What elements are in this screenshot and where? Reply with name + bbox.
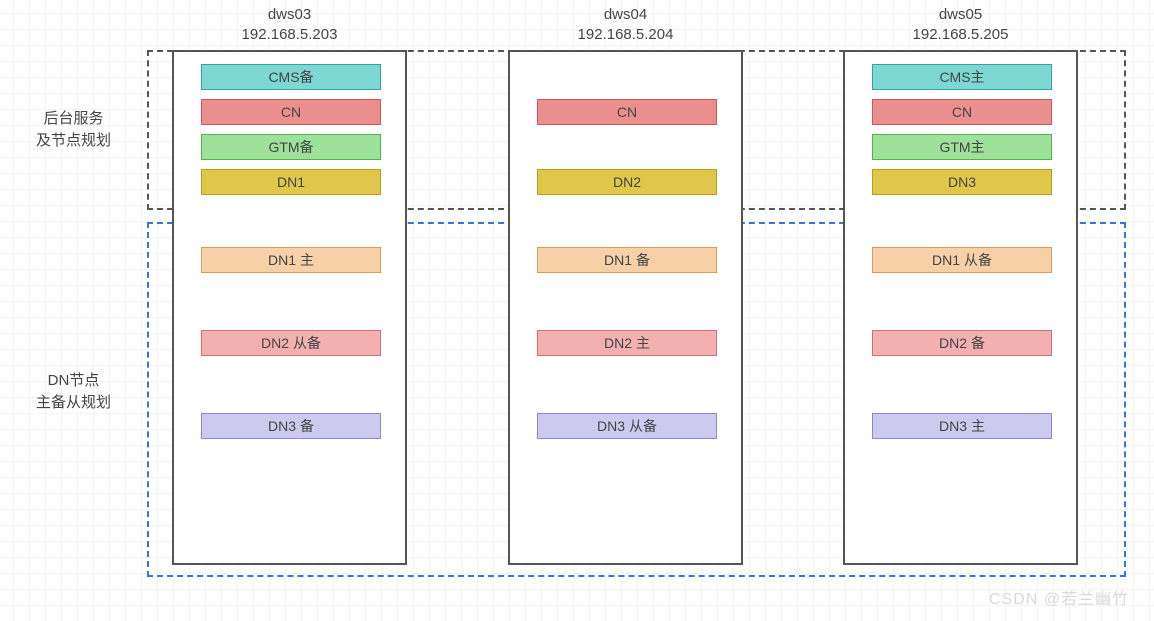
dn3-role-box: DN3 备 <box>201 413 381 439</box>
dn1-role-box: DN1 从备 <box>872 247 1052 273</box>
host-column-2: CMS主 CN GTM主 DN3 DN1 从备 DN2 备 DN3 主 <box>843 50 1078 565</box>
group-dn-roles-label: DN节点 主备从规划 <box>12 370 135 414</box>
dn1-role-box: DN1 主 <box>201 247 381 273</box>
host-name-1: dws04 <box>604 6 647 23</box>
group-dn-roles-label-line1: DN节点 <box>48 372 100 389</box>
group-services-label-line1: 后台服务 <box>43 110 103 127</box>
dn3-role-box: DN3 从备 <box>537 413 717 439</box>
host-header-1: dws04 192.168.5.204 <box>508 5 743 45</box>
dn3-role-box: DN3 主 <box>872 413 1052 439</box>
gtm-box: GTM主 <box>872 134 1052 160</box>
host-column-1: CN DN2 DN1 备 DN2 主 DN3 从备 <box>508 50 743 565</box>
group-services-label: 后台服务 及节点规划 <box>12 108 135 152</box>
group-services-label-line2: 及节点规划 <box>36 132 111 149</box>
dn-box: DN3 <box>872 169 1052 195</box>
dn2-role-box: DN2 从备 <box>201 330 381 356</box>
group-dn-roles-label-line2: 主备从规划 <box>36 394 111 411</box>
dn2-role-box: DN2 主 <box>537 330 717 356</box>
host-ip-1: 192.168.5.204 <box>578 26 674 43</box>
host-header-2: dws05 192.168.5.205 <box>843 5 1078 45</box>
cms-box: CMS主 <box>872 64 1052 90</box>
watermark-text: CSDN @若兰幽竹 <box>989 585 1129 609</box>
host-ip-0: 192.168.5.203 <box>242 26 338 43</box>
host-name-0: dws03 <box>268 6 311 23</box>
host-column-0: CMS备 CN GTM备 DN1 DN1 主 DN2 从备 DN3 备 <box>172 50 407 565</box>
cn-box: CN <box>872 99 1052 125</box>
dn-box: DN2 <box>537 169 717 195</box>
diagram-canvas: dws03 192.168.5.203 dws04 192.168.5.204 … <box>0 0 1154 621</box>
cn-box: CN <box>201 99 381 125</box>
host-ip-2: 192.168.5.205 <box>913 26 1009 43</box>
gtm-box: GTM备 <box>201 134 381 160</box>
dn2-role-box: DN2 备 <box>872 330 1052 356</box>
dn-box: DN1 <box>201 169 381 195</box>
dn1-role-box: DN1 备 <box>537 247 717 273</box>
cms-box: CMS备 <box>201 64 381 90</box>
cn-box: CN <box>537 99 717 125</box>
host-header-0: dws03 192.168.5.203 <box>172 5 407 45</box>
host-name-2: dws05 <box>939 6 982 23</box>
